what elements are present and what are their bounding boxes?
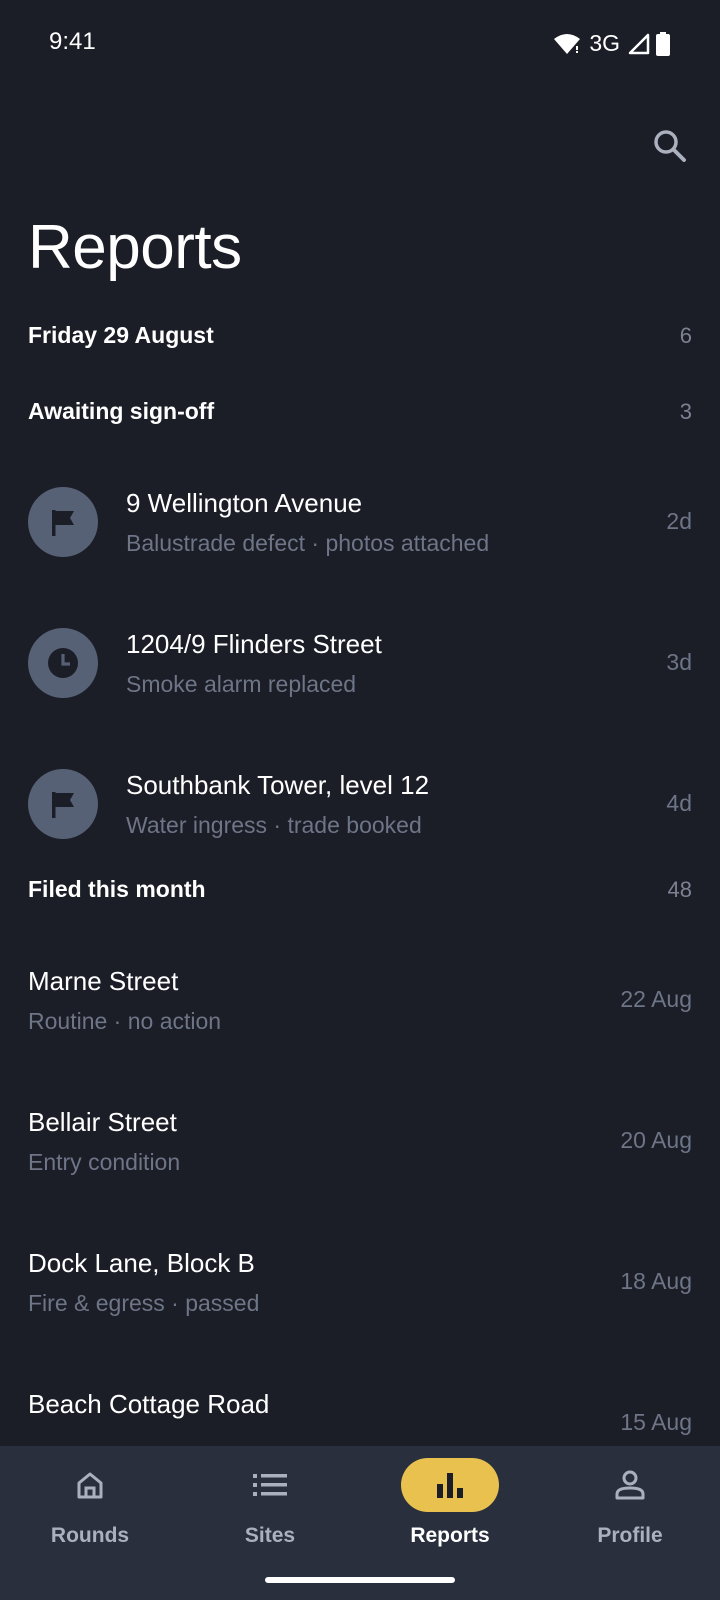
awaiting-item[interactable]: Southbank Tower, level 12 Water ingress … [0, 734, 720, 875]
item-age: 4d [666, 790, 692, 816]
clock-icon [28, 628, 98, 698]
awaiting-label: Awaiting sign-off [28, 398, 215, 424]
item-subtitle: Routine · no action [28, 1008, 222, 1034]
item-title: 1204/9 Flinders Street [126, 629, 382, 659]
date-count: 6 [679, 322, 692, 348]
item-date: 15 Aug [620, 1409, 692, 1435]
filed-label: Filed this month [28, 876, 206, 902]
item-title: Beach Cottage Road [28, 1389, 270, 1419]
search-icon [654, 130, 686, 162]
item-date: 20 Aug [620, 1127, 692, 1153]
nav-sites[interactable]: Sites [180, 1446, 360, 1566]
item-title: Bellair Street [28, 1107, 177, 1137]
flag-icon [28, 487, 98, 557]
nav-profile[interactable]: Profile [540, 1446, 720, 1566]
item-subtitle: Entry condition [28, 1149, 181, 1175]
filed-item[interactable]: Bellair Street Entry condition 20 Aug [0, 1071, 720, 1212]
filed-count: 48 [667, 876, 692, 902]
home-icon [41, 1458, 139, 1512]
item-date: 18 Aug [620, 1268, 692, 1294]
nav-label: Rounds [50, 1524, 130, 1547]
bar-chart-icon [401, 1458, 499, 1512]
item-age: 3d [666, 649, 692, 675]
item-title: Marne Street [28, 966, 179, 996]
item-title: 9 Wellington Avenue [126, 488, 363, 518]
nav-rounds[interactable]: Rounds [0, 1446, 180, 1566]
date-header: Friday 29 August 6 [28, 322, 692, 349]
awaiting-header: Awaiting sign-off 3 [28, 398, 692, 425]
nav-label: Profile [597, 1524, 663, 1547]
wifi-icon [554, 33, 581, 54]
status-icons: 3G [553, 30, 670, 57]
filed-header: Filed this month 48 [28, 876, 692, 903]
item-date: 22 Aug [620, 986, 692, 1012]
filed-item[interactable]: Marne Street Routine · no action 22 Aug [0, 930, 720, 1071]
status-bar: 9:41 3G [0, 0, 720, 88]
flag-icon [28, 769, 98, 839]
network-type: 3G [589, 30, 620, 56]
page-title: Reports [28, 213, 242, 282]
nav-label: Reports [410, 1524, 490, 1547]
nav-label: Sites [244, 1524, 296, 1547]
date-label: Friday 29 August [28, 322, 214, 348]
gesture-bar[interactable] [265, 1577, 455, 1583]
filed-item[interactable]: Dock Lane, Block B Fire & egress · passe… [0, 1212, 720, 1353]
item-subtitle: Water ingress · trade booked [126, 812, 422, 838]
awaiting-count: 3 [679, 398, 692, 424]
person-icon [581, 1458, 679, 1512]
battery-icon [656, 31, 670, 56]
item-age: 2d [666, 508, 692, 534]
nav-reports[interactable]: Reports [360, 1446, 540, 1566]
awaiting-item[interactable]: 9 Wellington Avenue Balustrade defect · … [0, 452, 720, 593]
item-subtitle: Balustrade defect · photos attached [126, 530, 490, 556]
item-title: Southbank Tower, level 12 [126, 770, 430, 800]
item-subtitle: Fire & egress · passed [28, 1290, 260, 1316]
item-title: Dock Lane, Block B [28, 1248, 255, 1278]
item-subtitle: Smoke alarm replaced [126, 671, 357, 697]
list-icon [221, 1458, 319, 1512]
signal-icon [628, 33, 650, 54]
status-time: 9:41 [49, 28, 96, 55]
awaiting-item[interactable]: 1204/9 Flinders Street Smoke alarm repla… [0, 593, 720, 734]
search-button[interactable] [646, 122, 694, 170]
